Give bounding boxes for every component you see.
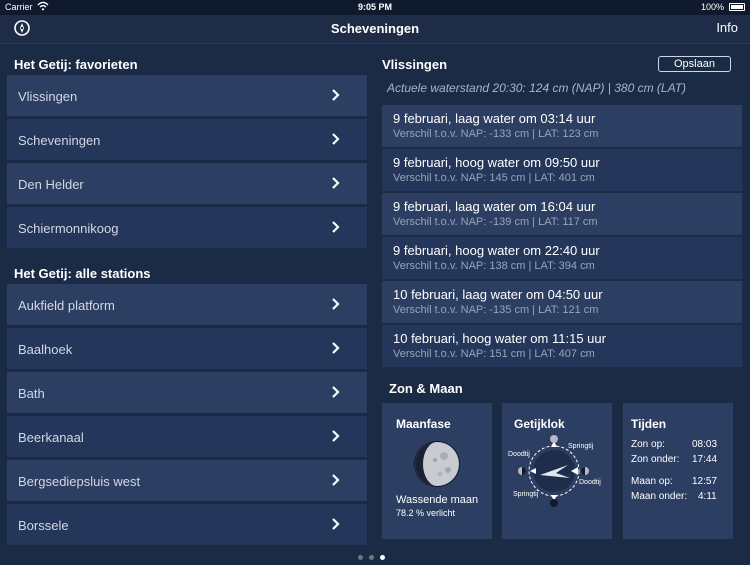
moonrise-label: Maan op:: [631, 476, 673, 487]
tide-difference: Verschil t.o.v. NAP: 138 cm | LAT: 394 c…: [393, 260, 595, 272]
save-button[interactable]: Opslaan: [658, 56, 731, 72]
tide-difference: Verschil t.o.v. NAP: -139 cm | LAT: 117 …: [393, 216, 598, 228]
page-dot[interactable]: [358, 555, 363, 560]
sunrise-label: Zon op:: [631, 439, 665, 450]
list-item-scheveningen[interactable]: Scheveningen: [7, 119, 367, 160]
list-item-label: Baalhoek: [18, 342, 73, 357]
list-item-label: Bath: [18, 386, 45, 401]
moonset-label: Maan onder:: [631, 491, 688, 502]
sunset-label: Zon onder:: [631, 454, 680, 465]
list-item-den-helder[interactable]: Den Helder: [7, 163, 367, 204]
moon-illumination: 78.2 % verlicht: [396, 508, 456, 518]
doodtij-label-right: Doodtij: [579, 479, 601, 486]
chevron-right-icon: [332, 298, 340, 310]
page-title: Scheveningen: [330, 21, 420, 36]
moon-phase-card: Maanfase Wassende maan 78.2 % verlicht: [382, 403, 492, 539]
times-title: Tijden: [631, 417, 667, 431]
tide-row: 9 februari, laag water om 03:14 uur Versc…: [382, 105, 742, 147]
list-item-vlissingen[interactable]: Vlissingen: [7, 75, 367, 116]
springtij-label-bottom: Springtij: [513, 491, 539, 498]
chevron-right-icon: [332, 221, 340, 233]
tide-clock-card: Getijklok Springtij Doodtij Doodtij Spri…: [502, 403, 612, 539]
springtij-label-top: Springtij: [568, 443, 594, 450]
chevron-right-icon: [332, 518, 340, 530]
times-card: Tijden Zon op: 08:03 Zon onder: 17:44 Ma…: [623, 403, 733, 539]
sun-moon-title: Zon & Maan: [389, 381, 463, 396]
tide-time: 10 februari, hoog water om 11:15 uur: [393, 331, 606, 346]
clock: 9:05 PM: [357, 2, 392, 12]
page-dot[interactable]: [369, 555, 374, 560]
tide-list: 9 februari, laag water om 03:14 uur Versc…: [382, 105, 742, 369]
chevron-right-icon: [332, 342, 340, 354]
tide-row: 9 februari, hoog water om 09:50 uur Versc…: [382, 149, 742, 191]
list-item-label: Beerkanaal: [18, 430, 84, 445]
tide-time: 10 februari, laag water om 04:50 uur: [393, 287, 603, 302]
battery-icon: [729, 3, 745, 11]
favorites-title: Het Getij: favorieten: [14, 57, 138, 72]
tide-difference: Verschil t.o.v. NAP: -135 cm | LAT: 121 …: [393, 304, 599, 316]
tide-time: 9 februari, laag water om 16:04 uur: [393, 199, 596, 214]
list-item-label: Aukfield platform: [18, 298, 115, 313]
list-item-bergsediepsluis-west[interactable]: Bergsediepsluis west: [7, 460, 367, 501]
list-item-schiermonnikoog[interactable]: Schiermonnikoog: [7, 207, 367, 248]
list-item-label: Vlissingen: [18, 89, 78, 104]
list-item-aukfield-platform[interactable]: Aukfield platform: [7, 284, 367, 325]
list-item-label: Den Helder: [18, 177, 84, 192]
page-indicator[interactable]: [358, 547, 391, 565]
tide-difference: Verschil t.o.v. NAP: 151 cm | LAT: 407 c…: [393, 348, 595, 360]
tide-time: 9 februari, hoog water om 09:50 uur: [393, 155, 600, 170]
stations-title: Het Getij: alle stations: [14, 266, 151, 281]
moonset-value: 4:11: [698, 491, 717, 502]
tide-time: 9 februari, laag water om 03:14 uur: [393, 111, 596, 126]
tide-row: 9 februari, hoog water om 22:40 uur Versc…: [382, 237, 742, 279]
list-item-borssele[interactable]: Borssele: [7, 504, 367, 545]
moonrise-value: 12:57: [692, 476, 718, 487]
moon-icon: [414, 441, 460, 487]
chevron-right-icon: [332, 133, 340, 145]
status-bar: Carrier 9:05 PM 100%: [0, 0, 750, 15]
favorites-list: Vlissingen Scheveningen Den Helder Schie…: [7, 75, 367, 251]
list-item-label: Bergsediepsluis west: [18, 474, 141, 489]
chevron-right-icon: [332, 386, 340, 398]
page-dot-active[interactable]: [380, 555, 385, 560]
list-item-label: Scheveningen: [18, 133, 101, 148]
tide-difference: Verschil t.o.v. NAP: -133 cm | LAT: 123 …: [393, 128, 599, 140]
moon-phase-title: Maanfase: [396, 417, 451, 431]
tide-row: 9 februari, laag water om 16:04 uur Versc…: [382, 193, 742, 235]
chevron-right-icon: [332, 89, 340, 101]
sunset-value: 17:44: [692, 454, 718, 465]
actual-waterlevel: Actuele waterstand 20:30: 124 cm (NAP) |…: [387, 81, 687, 95]
list-item-label: Borssele: [18, 518, 69, 533]
stations-list: Aukfield platform Baalhoek Bath Beerkana…: [7, 284, 367, 548]
doodtij-label-left: Doodtij: [508, 451, 530, 458]
sunrise-value: 08:03: [692, 439, 718, 450]
chevron-right-icon: [332, 177, 340, 189]
tide-row: 10 februari, laag water om 04:50 uur Vers…: [382, 281, 742, 323]
detail-title: Vlissingen: [382, 57, 448, 72]
battery-percent: 100%: [700, 2, 724, 12]
tide-row: 10 februari, hoog water om 11:15 uur Vers…: [382, 325, 742, 367]
tide-difference: Verschil t.o.v. NAP: 145 cm | LAT: 401 c…: [393, 172, 595, 184]
list-item-bath[interactable]: Bath: [7, 372, 367, 413]
navigation-bar: Scheveningen Info: [0, 15, 750, 44]
info-button[interactable]: Info: [716, 20, 738, 35]
list-item-label: Schiermonnikoog: [18, 221, 119, 236]
chevron-right-icon: [332, 430, 340, 442]
chevron-right-icon: [332, 474, 340, 486]
moon-phase-label: Wassende maan: [396, 494, 479, 506]
tide-clock-title: Getijklok: [514, 417, 565, 431]
tide-time: 9 februari, hoog water om 22:40 uur: [393, 243, 600, 258]
list-item-beerkanaal[interactable]: Beerkanaal: [7, 416, 367, 457]
list-item-baalhoek[interactable]: Baalhoek: [7, 328, 367, 369]
